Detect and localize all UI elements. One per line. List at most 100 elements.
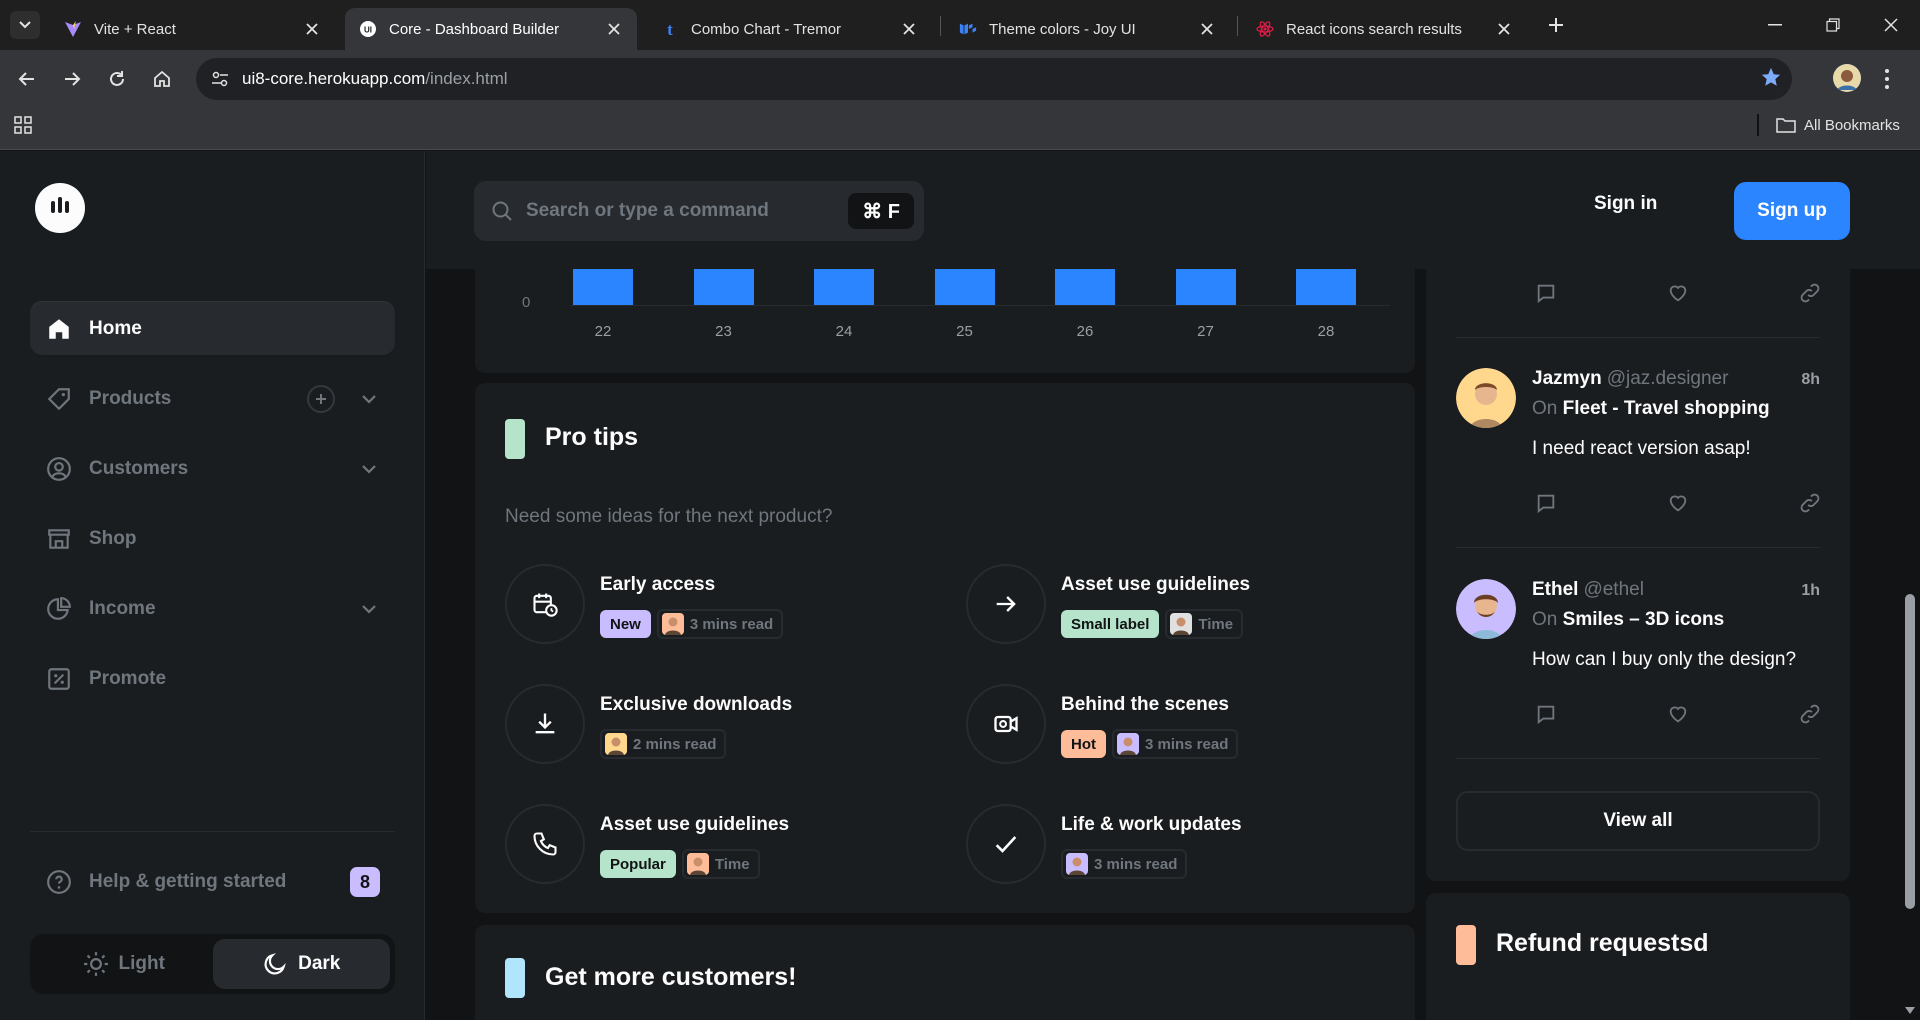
view-all-button[interactable]: View all xyxy=(1456,791,1820,851)
minimize-button[interactable] xyxy=(1762,12,1788,38)
comment-author[interactable]: Ethel @ethel xyxy=(1532,579,1644,601)
sidebar-item-shop[interactable]: Shop xyxy=(30,511,395,567)
comment-item: Jazmyn @jaz.designer 8h On Fleet - Travel… xyxy=(1456,368,1820,508)
tip-item[interactable]: Early access New 3 mins read xyxy=(505,564,945,648)
chart-bar[interactable] xyxy=(814,265,874,305)
bookmarks-bar xyxy=(0,108,1920,150)
bookmark-star-icon[interactable] xyxy=(1760,66,1782,93)
close-tab-icon[interactable] xyxy=(605,20,623,38)
search-input[interactable]: Search or type a command ⌘ F xyxy=(474,181,924,241)
arrow-right-icon xyxy=(966,564,1046,644)
sidebar-item-income[interactable]: Income xyxy=(30,581,395,637)
chart-bar[interactable] xyxy=(1296,265,1356,305)
comments-card xyxy=(1426,211,1850,881)
pie-chart-icon xyxy=(45,595,73,623)
avatar[interactable] xyxy=(1456,368,1516,428)
tip-item[interactable]: Asset use guidelines Popular Time xyxy=(505,804,945,888)
x-tick-label: 23 xyxy=(715,323,732,340)
chart-bar[interactable] xyxy=(573,265,633,305)
chevron-down-icon[interactable] xyxy=(357,597,381,621)
download-icon xyxy=(505,684,585,764)
theme-dark-button[interactable]: Dark xyxy=(212,939,390,989)
tip-badge: Hot xyxy=(1061,730,1106,758)
apps-grid-icon[interactable] xyxy=(14,116,32,139)
chart-bar[interactable] xyxy=(1175,265,1236,305)
help-link[interactable]: Help & getting started 8 xyxy=(30,857,395,907)
reply-icon[interactable] xyxy=(1532,489,1560,517)
theme-dark-label: Dark xyxy=(298,953,341,974)
chart-bar[interactable] xyxy=(1055,265,1115,305)
back-button[interactable] xyxy=(12,64,42,94)
browser-menu-icon[interactable] xyxy=(1882,64,1892,94)
tip-meta: Popular Time xyxy=(600,849,760,879)
profile-avatar[interactable] xyxy=(1833,64,1861,92)
heart-icon[interactable] xyxy=(1664,279,1692,307)
address-bar-row: ui8-core.herokuapp.com/index.html xyxy=(0,50,1920,108)
reload-icon xyxy=(110,71,124,86)
tip-item[interactable]: Behind the scenes Hot 3 mins read xyxy=(966,684,1406,768)
sidebar-item-customers[interactable]: Customers xyxy=(30,441,395,497)
theme-light-button[interactable]: Light xyxy=(35,939,213,989)
read-time-label: 3 mins read xyxy=(689,615,774,633)
product-link[interactable]: Fleet - Travel shopping xyxy=(1563,398,1770,419)
chevron-down-icon[interactable] xyxy=(357,387,381,411)
tip-title: Behind the scenes xyxy=(1061,694,1229,715)
reply-icon[interactable] xyxy=(1532,700,1560,728)
chevron-down-icon[interactable] xyxy=(357,457,381,481)
scrollbar-thumb[interactable] xyxy=(1905,594,1915,909)
browser-tab[interactable]: Vite + React xyxy=(50,8,335,50)
product-link[interactable]: Smiles – 3D icons xyxy=(1563,609,1725,630)
avatar xyxy=(605,733,627,755)
chart-bar[interactable] xyxy=(693,265,754,305)
browser-tab[interactable]: Theme colors - Joy UI xyxy=(945,8,1230,50)
browser-tab-active[interactable]: UI Core - Dashboard Builder xyxy=(345,8,637,50)
reload-button[interactable] xyxy=(102,64,132,94)
new-tab-button[interactable] xyxy=(1544,13,1568,37)
tip-item[interactable]: Asset use guidelines Small label Time xyxy=(966,564,1406,648)
add-product-button[interactable] xyxy=(307,385,335,413)
close-tab-icon[interactable] xyxy=(303,20,321,38)
url-bar[interactable]: ui8-core.herokuapp.com/index.html xyxy=(196,58,1792,100)
sign-up-button[interactable]: Sign up xyxy=(1734,182,1850,240)
avatar[interactable] xyxy=(1456,579,1516,639)
sign-in-button[interactable]: Sign in xyxy=(1594,193,1657,215)
app-logo[interactable] xyxy=(33,181,87,235)
close-window-button[interactable] xyxy=(1878,12,1904,38)
read-time-label: Time xyxy=(1198,615,1234,633)
comment-author[interactable]: Jazmyn @jaz.designer xyxy=(1532,368,1728,390)
heart-icon[interactable] xyxy=(1664,489,1692,517)
chart-bar[interactable] xyxy=(934,265,995,305)
url-host: ui8-core.herokuapp.com xyxy=(242,69,426,88)
comment-product-line: On Smiles – 3D icons xyxy=(1532,609,1724,631)
page-scrollbar[interactable] xyxy=(1900,151,1920,1020)
sidebar-item-home[interactable]: Home xyxy=(30,301,395,357)
tab-title: Theme colors - Joy UI xyxy=(989,20,1136,38)
site-settings-icon[interactable] xyxy=(206,65,234,93)
x-tick-label: 27 xyxy=(1197,323,1214,340)
reply-icon[interactable] xyxy=(1532,279,1560,307)
restore-button[interactable] xyxy=(1820,12,1846,38)
link-icon[interactable] xyxy=(1796,700,1824,728)
phone-icon xyxy=(505,804,585,884)
browser-tab[interactable]: t Combo Chart - Tremor xyxy=(647,8,932,50)
close-tab-icon[interactable] xyxy=(1495,20,1513,38)
heart-icon[interactable] xyxy=(1664,700,1692,728)
browser-tab[interactable]: React icons search results xyxy=(1242,8,1527,50)
close-tab-icon[interactable] xyxy=(900,20,918,38)
link-icon[interactable] xyxy=(1796,279,1824,307)
sidebar-item-promote[interactable]: Promote xyxy=(30,651,395,707)
all-bookmarks-button[interactable]: All Bookmarks xyxy=(1776,114,1900,136)
home-button[interactable] xyxy=(147,64,177,94)
tip-meta: 3 mins read xyxy=(1061,849,1188,879)
sidebar-item-label: Shop xyxy=(89,528,137,549)
sidebar-item-products[interactable]: Products xyxy=(30,371,395,427)
forward-button[interactable] xyxy=(57,64,87,94)
tip-badge: Popular xyxy=(600,850,676,878)
check-icon xyxy=(966,804,1046,884)
avatar xyxy=(661,613,684,635)
close-tab-icon[interactable] xyxy=(1198,20,1216,38)
tab-search-button[interactable] xyxy=(10,11,40,39)
tip-item[interactable]: Exclusive downloads 2 mins read xyxy=(505,684,945,768)
link-icon[interactable] xyxy=(1796,489,1824,517)
tip-item[interactable]: Life & work updates 3 mins read xyxy=(966,804,1406,888)
